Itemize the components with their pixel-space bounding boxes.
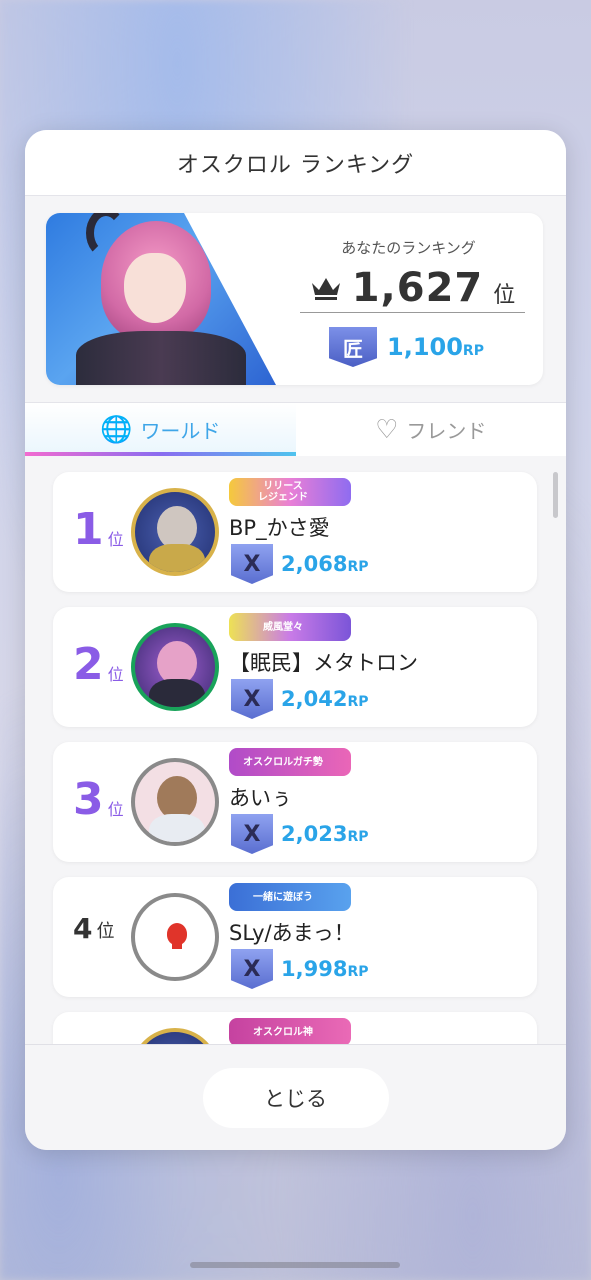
player-name: あいぅ [229,786,292,810]
ranking-tabs: 🌐 ワールド ♡ フレンド [25,402,566,456]
avatar[interactable] [131,623,219,711]
rp-value: 2,068RP [281,552,369,576]
rp-rank-icon: X [231,544,273,584]
row-rp: X 2,023RP [231,814,368,854]
avatar[interactable] [131,488,219,576]
avatar[interactable] [131,1028,219,1044]
rp-rank-icon: X [231,949,273,989]
close-button[interactable]: とじる [199,1064,392,1131]
tab-world[interactable]: 🌐 ワールド [25,403,296,456]
modal-title: オスクロル ランキング [176,152,415,178]
my-rp-value: 1,100RP [387,333,484,361]
row-rp: X 2,068RP [231,544,368,584]
row-rp: X 2,042RP [231,679,368,719]
title-badge: オスクロル神 [229,1018,351,1044]
player-name: 【眠民】メタトロン [229,651,418,675]
ranking-row[interactable]: 2位 威風堂々 【眠民】メタトロン X 2,042RP [53,607,537,727]
rp-value: 2,023RP [281,822,369,846]
rp-tier-icon: 匠 [329,327,377,367]
row-rank: 2位 [73,639,124,690]
ranking-modal: オスクロル ランキング あなたのランキング 1,627 位 匠 1,100RP [25,130,566,1150]
row-rank: 3位 [73,774,124,825]
rp-value: 2,042RP [281,687,369,711]
my-rank-row: 1,627 位 [300,263,525,313]
list-scrollbar[interactable] [553,472,558,518]
rp-rank-icon: X [231,814,273,854]
tab-friend[interactable]: ♡ フレンド [296,403,567,456]
tab-world-label: ワールド [140,419,221,443]
my-ranking-info: あなたのランキング 1,627 位 匠 1,100RP [274,213,543,385]
row-rank: 4位 [73,912,115,945]
my-character-portrait [46,213,276,385]
row-rp: X 1,998RP [231,949,368,989]
avatar[interactable] [131,758,219,846]
my-rank-number: 1,627 [351,264,484,311]
ranking-list[interactable]: 1位 リリース レジェンド BP_かさ愛 X 2,068RP 2位 威風堂々 【… [25,456,566,1044]
ranking-row[interactable]: 1位 リリース レジェンド BP_かさ愛 X 2,068RP [53,472,537,592]
handshake-icon: ♡ [375,414,399,445]
ranking-row[interactable]: オスクロル神 [53,1012,537,1044]
player-name: BP_かさ愛 [229,516,330,540]
player-name: SLy/あまっ！ [229,921,355,945]
my-rp-row: 匠 1,100RP [329,327,484,367]
modal-footer: とじる [25,1044,566,1150]
crown-icon [311,277,340,300]
ranking-row[interactable]: 4位 一緒に遊ぼう SLy/あまっ！ X 1,998RP [53,877,537,997]
title-badge: 一緒に遊ぼう [229,883,351,911]
tab-friend-label: フレンド [406,419,487,443]
row-rank: 1位 [73,504,124,555]
modal-header: オスクロル ランキング [25,130,566,196]
my-ranking-label: あなたのランキング [341,239,476,257]
title-badge: 威風堂々 [229,613,351,641]
home-indicator[interactable] [190,1262,400,1268]
ranking-row[interactable]: 3位 オスクロルガチ勢 あいぅ X 2,023RP [53,742,537,862]
avatar[interactable] [131,893,219,981]
rp-value: 1,998RP [281,957,369,981]
rp-rank-icon: X [231,679,273,719]
globe-icon: 🌐 [100,414,133,445]
my-rank-unit: 位 [493,282,516,308]
title-badge: リリース レジェンド [229,478,351,506]
my-ranking-card: あなたのランキング 1,627 位 匠 1,100RP [46,213,543,385]
title-badge: オスクロルガチ勢 [229,748,351,776]
